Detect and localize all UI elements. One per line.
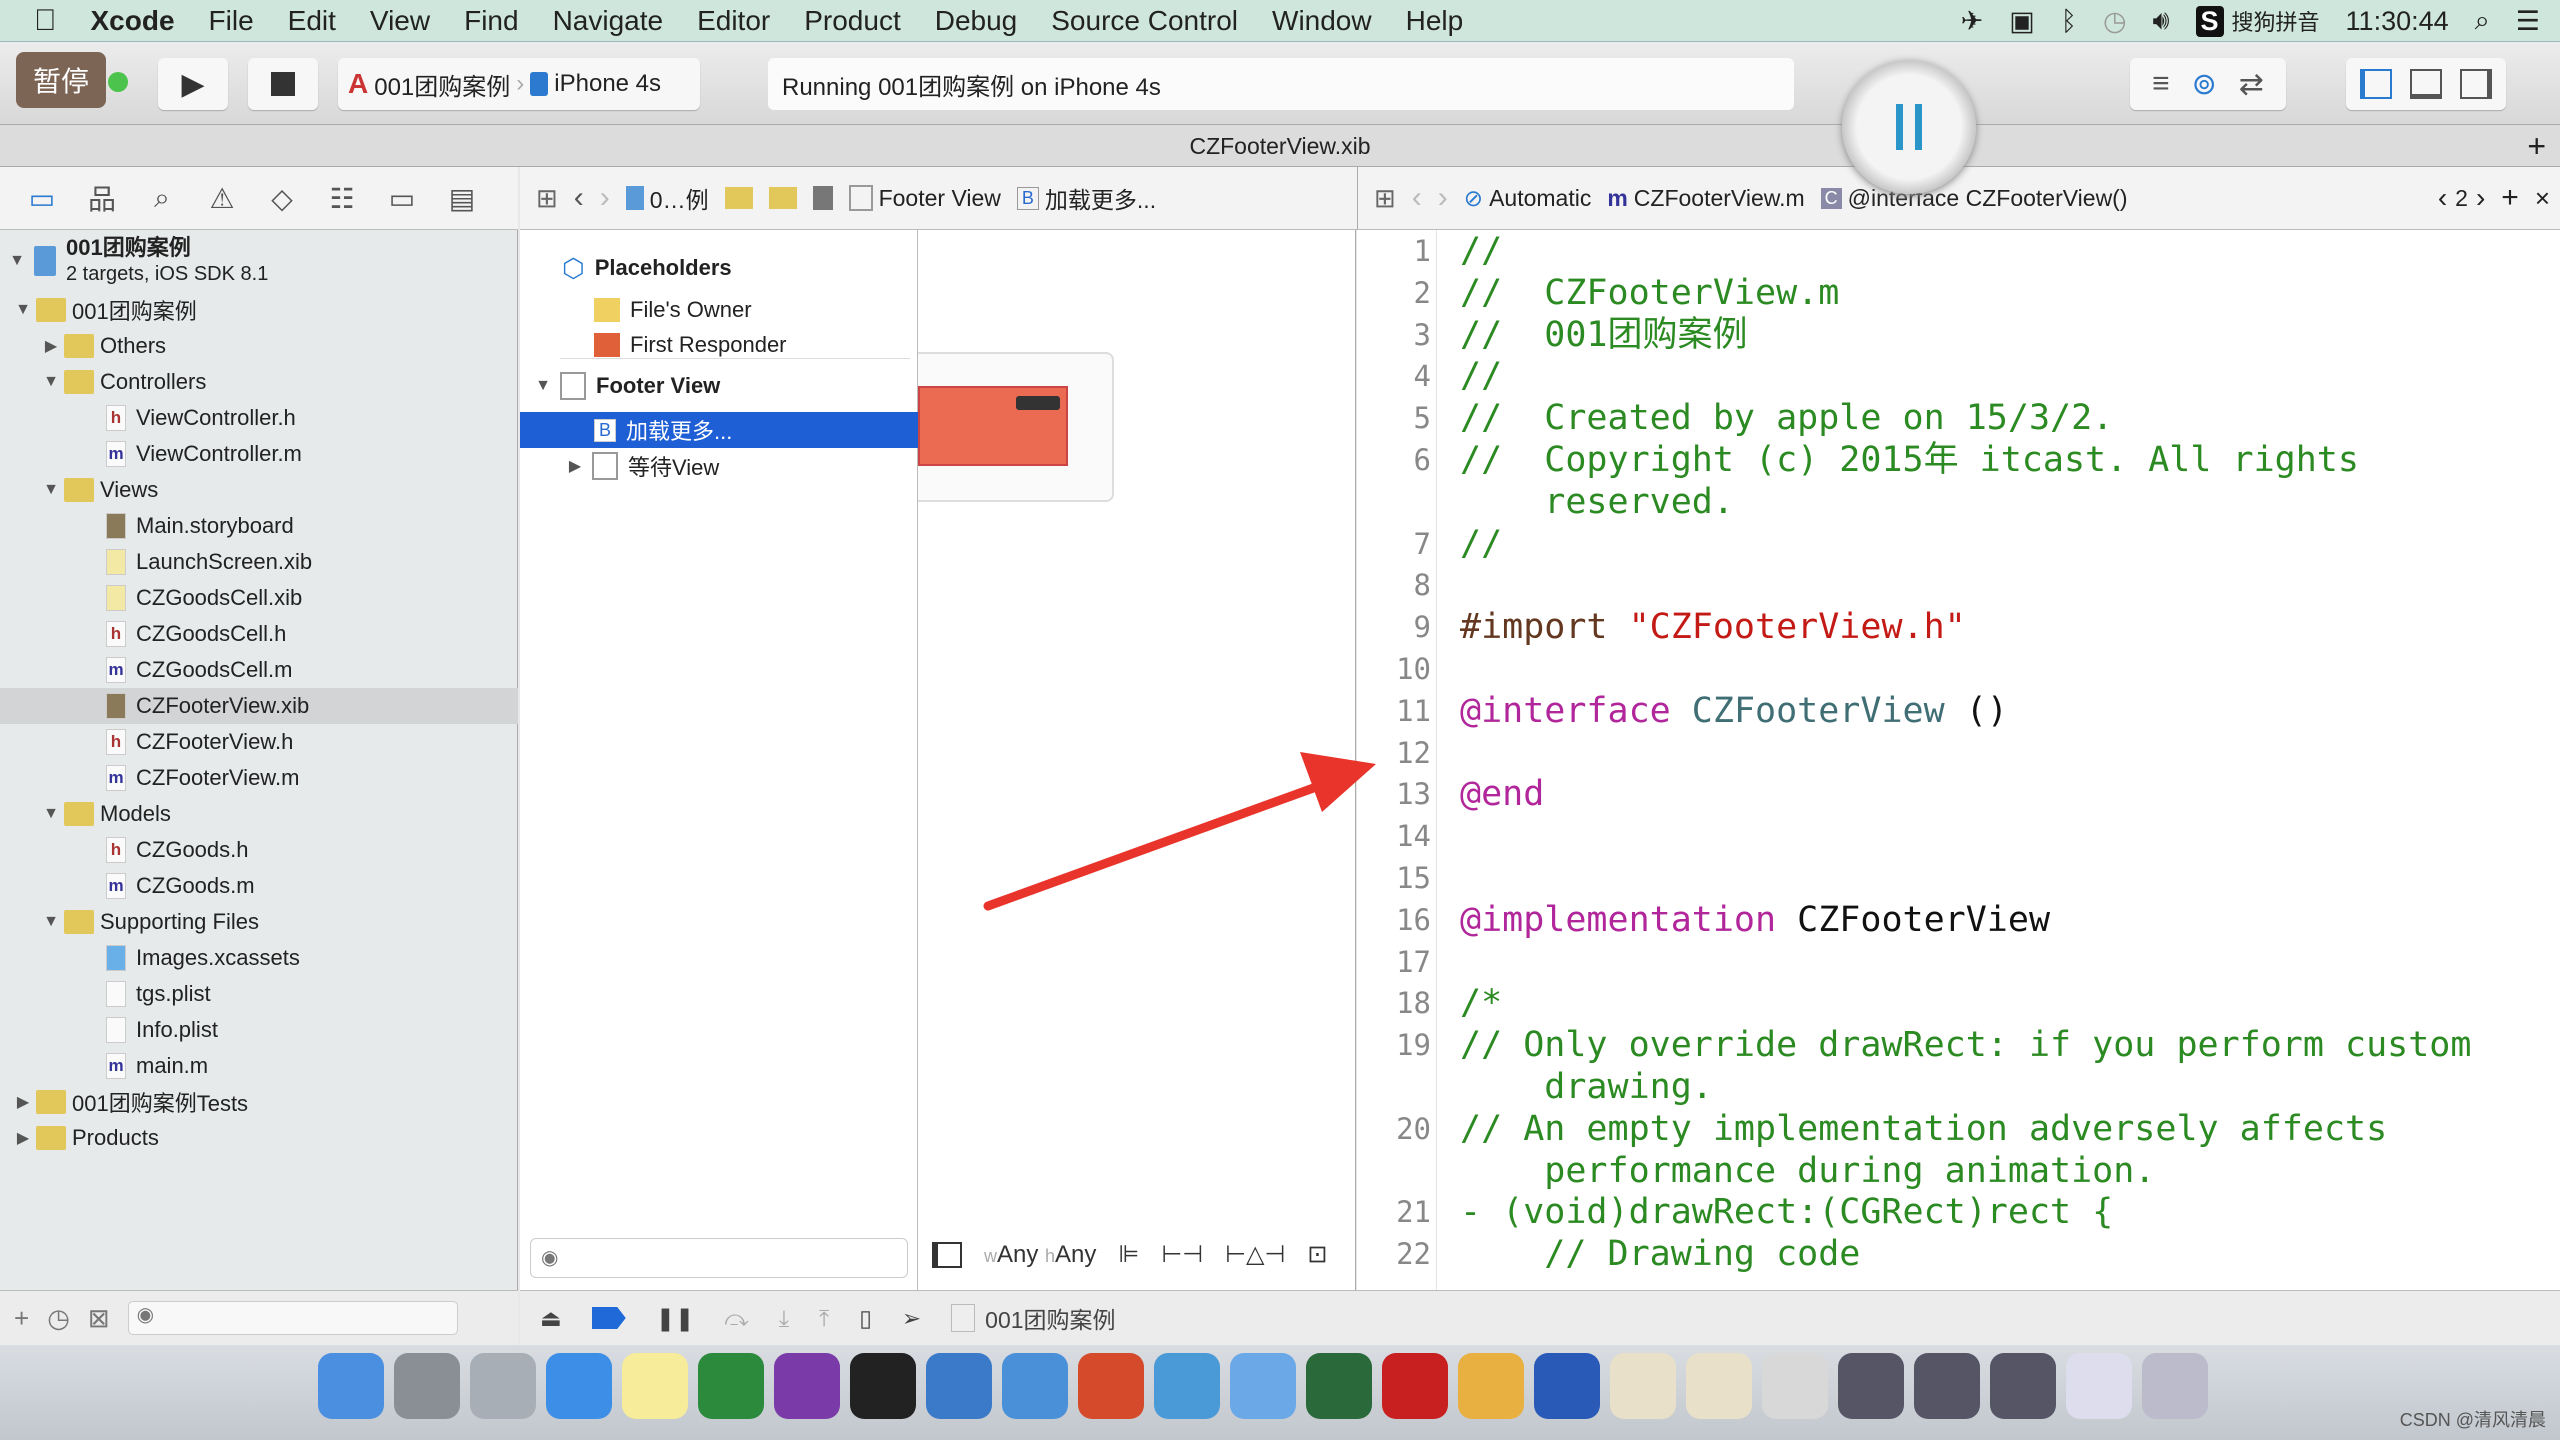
arrow-head [1300, 752, 1376, 812]
annotation-arrow [983, 752, 1376, 911]
arrow-shaft [983, 777, 1335, 911]
